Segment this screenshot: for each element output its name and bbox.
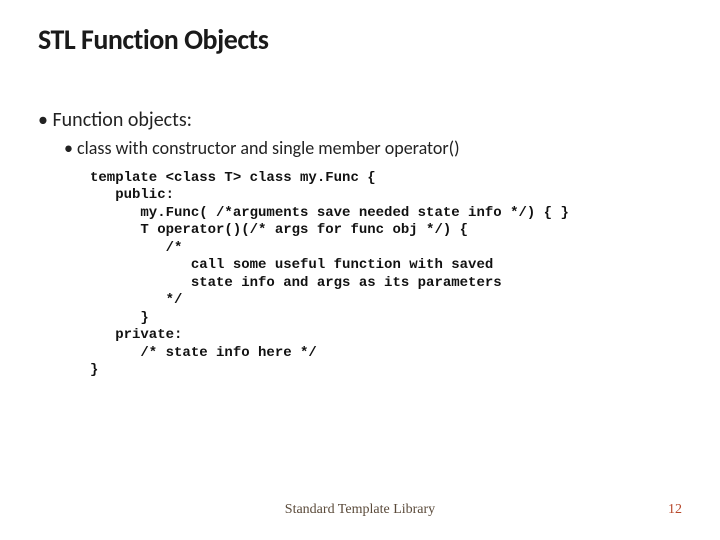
slide: STL Function Objects Function objects: c… — [0, 0, 720, 540]
footer-text: Standard Template Library — [0, 502, 720, 518]
slide-body: Function objects: class with constructor… — [38, 108, 682, 380]
bullet-level1: Function objects: — [38, 108, 682, 133]
slide-title: STL Function Objects — [38, 22, 268, 57]
code-block: template <class T> class my.Func { publi… — [90, 170, 682, 380]
page-number: 12 — [668, 502, 682, 518]
bullet-level2: class with constructor and single member… — [64, 137, 682, 160]
